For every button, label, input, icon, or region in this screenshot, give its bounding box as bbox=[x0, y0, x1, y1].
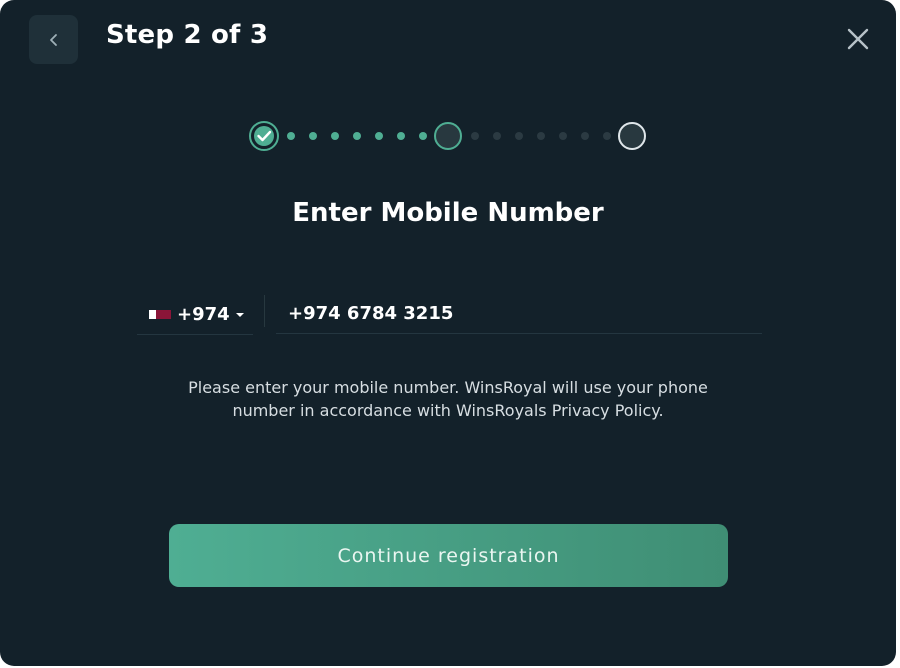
field-divider bbox=[264, 295, 265, 327]
progress-dots-completed bbox=[287, 132, 427, 140]
info-line-2: number in accordance with WinsRoyals Pri… bbox=[232, 401, 664, 420]
step-2-indicator bbox=[434, 122, 462, 150]
progress-stepper bbox=[249, 121, 646, 151]
country-code-select[interactable]: +974 bbox=[137, 294, 253, 335]
continue-registration-button[interactable]: Continue registration bbox=[169, 524, 728, 587]
step-3-indicator bbox=[618, 122, 646, 150]
page-heading: Enter Mobile Number bbox=[292, 198, 604, 228]
registration-modal: Step 2 of 3 Enter Mobile Number +974 +97… bbox=[0, 0, 896, 666]
country-code-label: +974 bbox=[177, 303, 230, 325]
caret-down-icon bbox=[235, 313, 244, 317]
progress-dots-pending bbox=[471, 132, 611, 140]
qatar-flag-icon bbox=[149, 309, 171, 319]
step-1-indicator bbox=[249, 121, 279, 151]
phone-number-input[interactable] bbox=[276, 294, 762, 334]
privacy-info-text: Please enter your mobile number. WinsRoy… bbox=[150, 376, 746, 422]
info-line-1: Please enter your mobile number. WinsRoy… bbox=[188, 378, 708, 397]
